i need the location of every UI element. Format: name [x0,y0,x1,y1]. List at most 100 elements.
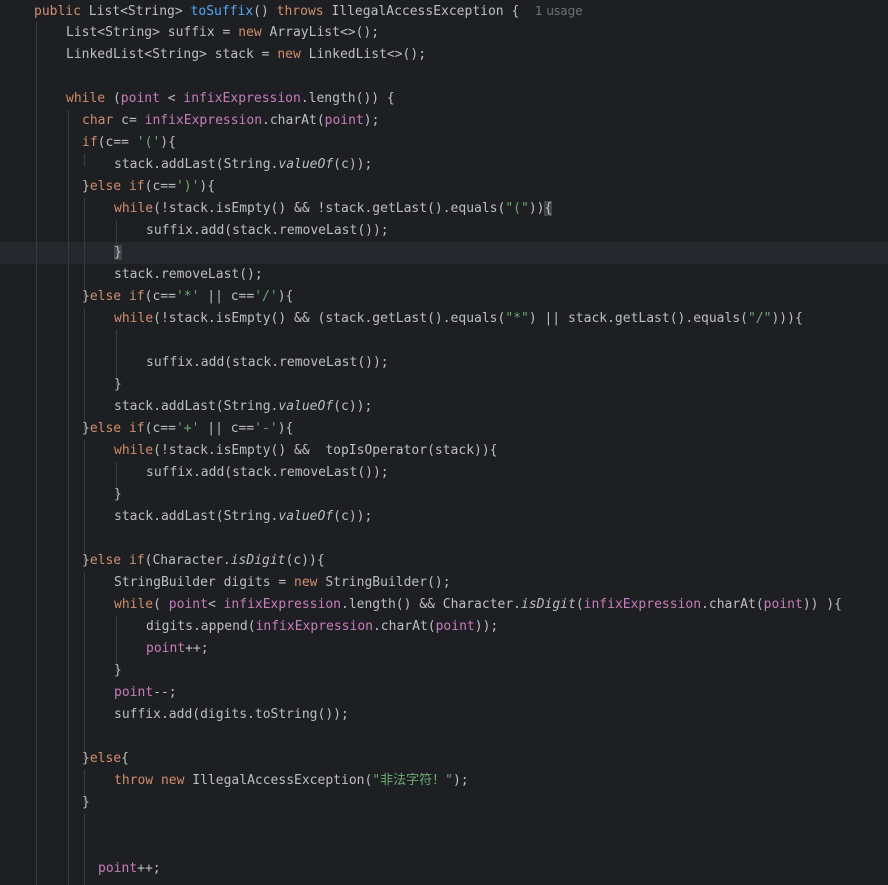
code-line[interactable]: } [82,792,90,814]
code-line[interactable]: point++; [98,858,161,880]
code-token: } [82,553,90,568]
code-token: (!stack.isEmpty() && topIsOperator(stack… [153,443,498,458]
code-token: } [82,179,90,194]
indent-guide [84,572,85,760]
code-line-method-signature[interactable]: public List<String> toSuffix() throws Il… [34,0,583,22]
code-token: (!stack.isEmpty() && !stack.getLast().eq… [153,201,506,216]
code-line[interactable]: }else if(c=='+' || c=='-'){ [82,418,293,440]
code-token: )) ){ [802,597,842,612]
code-line[interactable]: stack.addLast(String.valueOf(c)); [114,396,372,418]
code-token: infixExpression [183,91,301,106]
code-line[interactable]: point++; [146,638,209,660]
code-line[interactable]: digits.append(infixExpression.charAt(poi… [146,616,498,638]
code-token: while [114,597,154,612]
code-token: while [66,91,106,106]
code-line[interactable]: }else if(Character.isDigit(c)){ [82,550,325,572]
code-line[interactable]: suffix.add(stack.removeLast()); [146,352,389,374]
code-token: suffix.add(stack.removeLast()); [146,355,389,370]
code-token: "/" [747,311,772,326]
code-token: else [89,421,122,436]
code-token: StringBuilder digits = [114,575,295,590]
code-token: )); [474,619,499,634]
code-token: LinkedList<String> stack = [66,47,278,62]
code-token: isDigit [521,597,576,612]
code-line[interactable]: throw new IllegalAccessException("非法字符！"… [114,770,469,792]
code-token: (c)); [333,509,373,524]
code-line[interactable]: while(!stack.isEmpty() && topIsOperator(… [114,440,498,462]
code-token: while [114,311,154,326]
code-token: ')' [175,179,200,194]
code-token: point [146,641,186,656]
indent-guide [84,198,85,298]
code-token: digits.append( [146,619,256,634]
code-token: (Character. [144,553,231,568]
code-line[interactable]: suffix.add(digits.toString()); [114,704,349,726]
code-token: new [277,47,301,62]
code-token: ){ [199,179,216,194]
code-token: throws [276,4,324,19]
code-line[interactable]: } [114,242,122,264]
code-token: ( [153,597,169,612]
code-token: } [82,421,90,436]
code-token: '(' [136,135,161,150]
code-token: infixExpression [255,619,373,634]
code-token: ); [452,773,469,788]
code-line[interactable]: char c= infixExpression.charAt(point); [82,110,379,132]
code-token: (c== [144,289,176,304]
code-line[interactable]: } [114,484,122,506]
code-token: else [89,289,122,304]
usage-hint[interactable]: 1 usage [535,4,583,18]
code-line[interactable]: point--; [114,682,177,704]
code-line[interactable]: suffix.add(stack.removeLast()); [146,462,389,484]
code-token: (c)); [333,157,373,172]
code-token: infixExpression [583,597,702,612]
code-token: point [168,597,208,612]
code-token: suffix.add(stack.removeLast()); [146,465,389,480]
code-line[interactable]: }else if(c=='*' || c=='/'){ [82,286,293,308]
code-token: char [82,113,114,128]
code-token: ( [105,91,121,106]
code-token: { [121,751,129,766]
code-token: LinkedList<>(); [300,47,427,62]
code-token: } [82,751,90,766]
code-token: isDigit [230,553,286,568]
code-token: } [82,795,90,810]
code-line[interactable]: while(!stack.isEmpty() && (stack.getLast… [114,308,803,330]
code-line[interactable]: List<String> suffix = new ArrayList<>(); [66,22,379,44]
code-line[interactable]: stack.removeLast(); [114,264,263,286]
code-editor[interactable]: public List<String> toSuffix() throws Il… [0,0,888,885]
code-token: } [114,663,122,678]
code-line[interactable]: suffix.add(stack.removeLast()); [146,220,389,242]
code-token: if [128,421,145,436]
code-token: public [34,4,81,19]
code-token: (c)){ [285,553,325,568]
code-line[interactable]: if(c== '('){ [82,132,176,154]
code-token: point [763,597,803,612]
code-line[interactable]: while( point< infixExpression.length() &… [114,594,842,616]
indent-guide [84,814,85,885]
code-line[interactable]: stack.addLast(String.valueOf(c)); [114,154,372,176]
code-line[interactable]: } [114,660,122,682]
code-token: valueOf [278,399,334,414]
code-token: (!stack.isEmpty() && (stack.getLast().eq… [153,311,506,326]
indent-guide [36,22,37,885]
indent-guide [84,308,85,430]
code-token: ){ [277,289,294,304]
code-line[interactable]: } [114,374,122,396]
code-token: ){ [277,421,294,436]
code-token: '*' [175,289,200,304]
code-token: ArrayList<>(); [261,25,380,40]
code-line[interactable]: while(!stack.isEmpty() && !stack.getLast… [114,198,553,220]
code-line[interactable]: while (point < infixExpression.length())… [66,88,395,110]
code-token: ( [575,597,584,612]
code-line[interactable]: StringBuilder digits = new StringBuilder… [114,572,451,594]
code-token: (c== [97,135,137,150]
code-token: throw [114,773,154,788]
code-token: point [435,619,475,634]
code-line[interactable]: }else if(c==')'){ [82,176,215,198]
code-line[interactable]: }else{ [82,748,129,770]
code-line[interactable]: LinkedList<String> stack = new LinkedLis… [66,44,426,66]
code-line[interactable]: stack.addLast(String.valueOf(c)); [114,506,372,528]
